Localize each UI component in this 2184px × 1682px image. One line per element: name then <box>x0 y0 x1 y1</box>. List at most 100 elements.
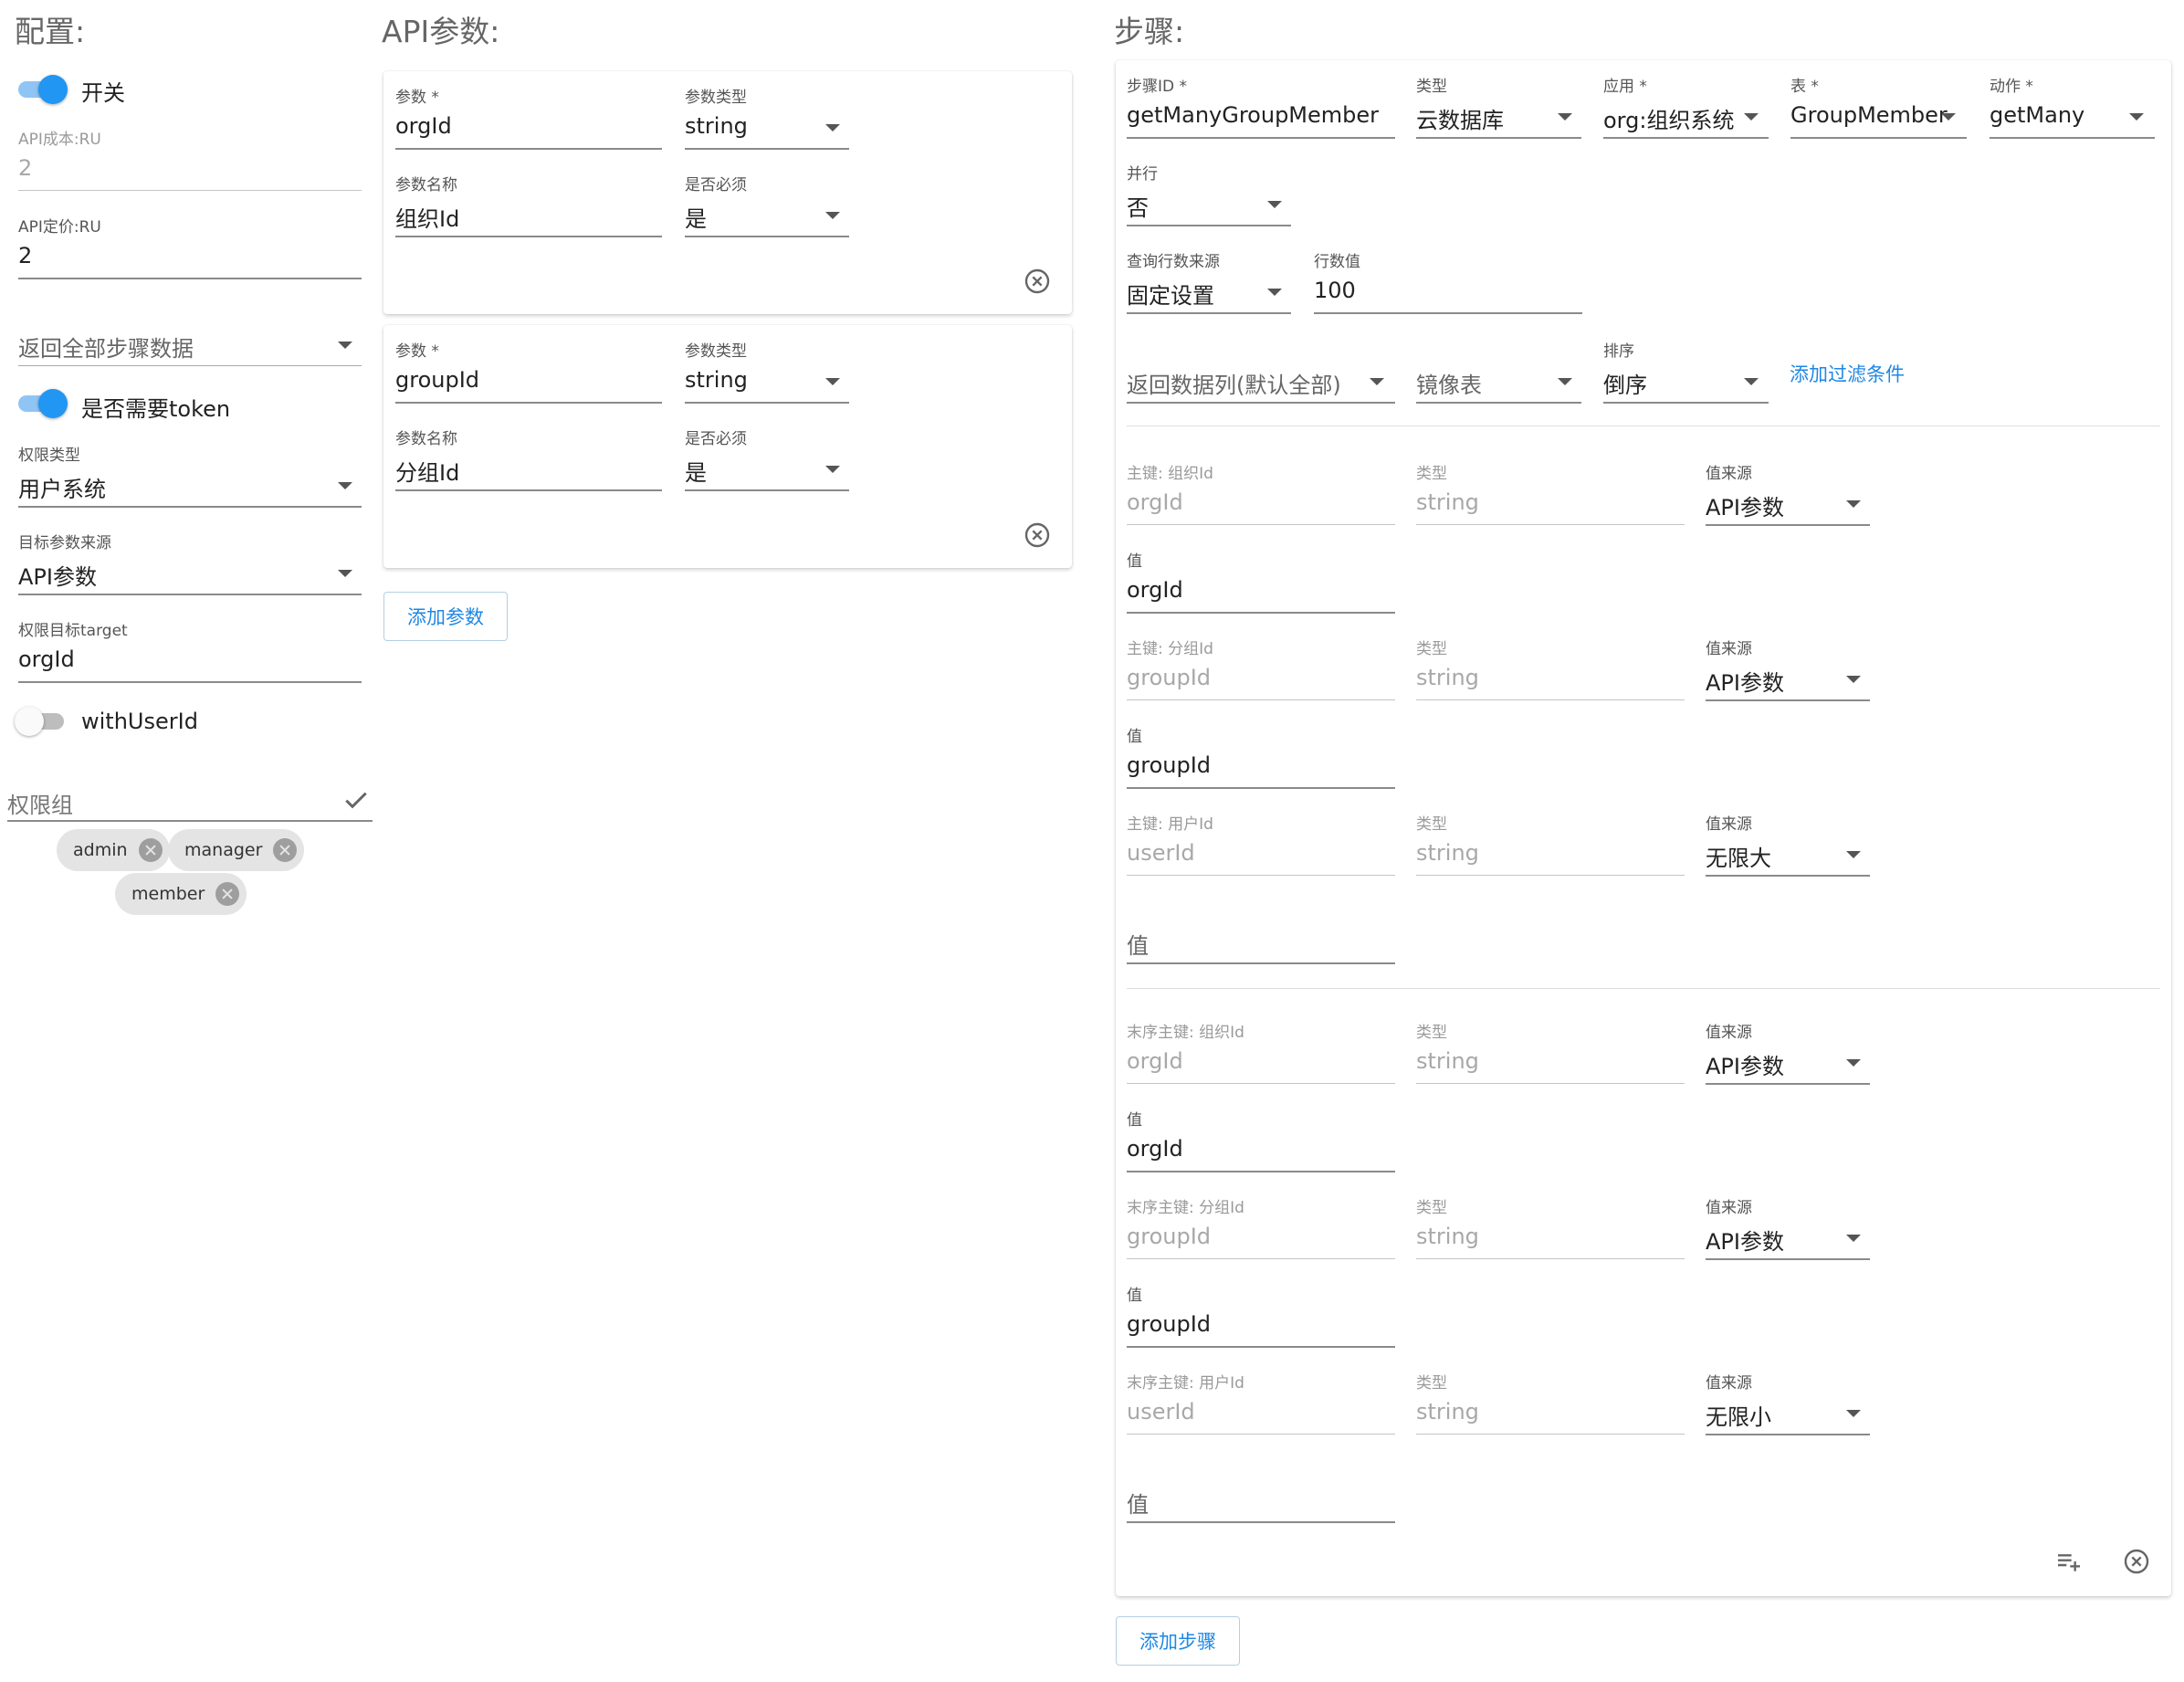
chevron-down-icon <box>825 124 840 131</box>
step-id-label: 步骤ID * <box>1127 78 1188 96</box>
param-type-select[interactable]: string <box>685 113 748 139</box>
api-cost-label: API成本:RU <box>18 131 101 149</box>
row-source-select[interactable]: 固定设置 <box>1127 278 1214 310</box>
playlist-add-icon[interactable] <box>2054 1547 2084 1576</box>
step-app-select[interactable]: org:组织系统 <box>1603 102 1734 134</box>
parallel-select[interactable]: 否 <box>1127 190 1149 222</box>
chip-close-icon[interactable] <box>215 882 240 906</box>
key-type-value: string <box>1416 1048 1479 1074</box>
perm-type-label: 权限类型 <box>18 447 80 465</box>
chip-close-icon[interactable] <box>138 838 163 862</box>
param-name-input[interactable]: 组织Id <box>395 201 459 233</box>
api-price-label: API定价:RU <box>18 218 101 237</box>
value-source-label: 值来源 <box>1706 465 1752 483</box>
value-source-label: 值来源 <box>1706 640 1752 658</box>
step-type-label: 类型 <box>1416 78 1447 96</box>
chevron-down-icon <box>1846 1410 1861 1417</box>
check-icon[interactable] <box>341 785 371 815</box>
key-value-label: 值 <box>1127 728 1142 746</box>
chevron-down-icon <box>1744 113 1759 121</box>
key-type-label: 类型 <box>1416 640 1447 658</box>
key-value-input[interactable]: 值 <box>1127 1487 1149 1519</box>
key-value-input[interactable]: orgId <box>1127 1136 1183 1162</box>
sort-select[interactable]: 倒序 <box>1603 367 1647 399</box>
param-required-label: 是否必须 <box>685 176 747 194</box>
chevron-down-icon <box>1846 1235 1861 1242</box>
param-required-select[interactable]: 是 <box>685 201 707 233</box>
perm-target-input[interactable]: orgId <box>18 647 75 672</box>
value-source-select[interactable]: API参数 <box>1706 1224 1784 1256</box>
chevron-down-icon <box>1267 201 1282 208</box>
perm-target-label: 权限目标target <box>18 622 128 640</box>
return-all-steps-select[interactable]: 返回全部步骤数据 <box>18 331 194 363</box>
param-input[interactable]: groupId <box>395 367 479 393</box>
chevron-down-icon <box>1941 113 1956 121</box>
step-type-select[interactable]: 云数据库 <box>1416 102 1504 134</box>
target-source-select[interactable]: API参数 <box>18 559 97 591</box>
chevron-down-icon <box>1370 378 1384 385</box>
value-source-select[interactable]: 无限小 <box>1706 1399 1771 1431</box>
chevron-down-icon <box>1558 378 1572 385</box>
step-app-label: 应用 * <box>1603 78 1647 96</box>
need-token-label: 是否需要token <box>81 396 231 422</box>
target-source-label: 目标参数来源 <box>18 534 111 552</box>
need-token-switch[interactable] <box>16 387 68 418</box>
key-label: 主键: 组织Id <box>1127 465 1213 483</box>
perm-group-input[interactable]: 权限组 <box>7 787 73 819</box>
key-value: orgId <box>1127 1048 1183 1074</box>
close-circle-icon[interactable] <box>1023 520 1052 550</box>
perm-type-select[interactable]: 用户系统 <box>18 471 106 503</box>
step-table-select[interactable]: GroupMember <box>1790 102 1948 128</box>
perm-group-chip-manager[interactable]: manager <box>168 829 305 871</box>
add-filter-link[interactable]: 添加过滤条件 <box>1790 360 1905 387</box>
mirror-table-select[interactable]: 镜像表 <box>1416 367 1482 399</box>
step-action-label: 动作 * <box>1990 78 2033 96</box>
chevron-down-icon <box>825 466 840 473</box>
key-label: 末序主键: 分组Id <box>1127 1199 1244 1217</box>
row-count-label: 行数值 <box>1314 253 1360 271</box>
row-count-input[interactable]: 100 <box>1314 278 1356 303</box>
value-source-label: 值来源 <box>1706 815 1752 834</box>
step-id-input[interactable]: getManyGroupMember <box>1127 102 1379 128</box>
step-action-select[interactable]: getMany <box>1990 102 2084 128</box>
enable-switch[interactable] <box>16 73 68 104</box>
with-user-id-switch[interactable] <box>15 705 66 736</box>
param-type-label: 参数类型 <box>685 89 747 107</box>
chip-close-icon[interactable] <box>273 838 298 862</box>
close-circle-icon[interactable] <box>2122 1547 2151 1576</box>
value-source-select[interactable]: API参数 <box>1706 489 1784 521</box>
key-type-label: 类型 <box>1416 1374 1447 1393</box>
close-circle-icon[interactable] <box>1023 267 1052 296</box>
key-value-label: 值 <box>1127 1111 1142 1130</box>
param-type-select[interactable]: string <box>685 367 748 393</box>
key-value-input[interactable]: groupId <box>1127 752 1211 778</box>
key-type-value: string <box>1416 1399 1479 1424</box>
key-value-input[interactable]: 值 <box>1127 928 1149 960</box>
key-value-label: 值 <box>1127 1287 1142 1305</box>
value-source-select[interactable]: API参数 <box>1706 665 1784 697</box>
key-type-label: 类型 <box>1416 465 1447 483</box>
api-price-input[interactable]: 2 <box>18 243 32 268</box>
value-source-select[interactable]: 无限大 <box>1706 840 1771 872</box>
perm-group-chip-member[interactable]: member <box>115 873 247 915</box>
param-name-label: 参数名称 <box>395 430 457 448</box>
key-value-input[interactable]: groupId <box>1127 1311 1211 1337</box>
perm-group-chip-admin[interactable]: admin <box>57 829 170 871</box>
value-source-select[interactable]: API参数 <box>1706 1048 1784 1080</box>
key-type-label: 类型 <box>1416 815 1447 834</box>
config-section-title: 配置: <box>15 14 86 49</box>
param-required-select[interactable]: 是 <box>685 455 707 487</box>
key-label: 末序主键: 用户Id <box>1127 1374 1244 1393</box>
key-type-value: string <box>1416 489 1479 515</box>
chevron-down-icon <box>338 570 352 577</box>
chevron-down-icon <box>338 482 352 489</box>
param-input[interactable]: orgId <box>395 113 452 139</box>
key-type-label: 类型 <box>1416 1199 1447 1217</box>
return-columns-select[interactable]: 返回数据列(默认全部) <box>1127 367 1341 399</box>
chevron-down-icon <box>338 342 352 349</box>
key-value-input[interactable]: orgId <box>1127 577 1183 603</box>
add-step-button[interactable]: 添加步骤 <box>1116 1616 1240 1666</box>
with-user-id-label: withUserId <box>81 709 198 734</box>
add-param-button[interactable]: 添加参数 <box>383 592 508 641</box>
param-name-input[interactable]: 分组Id <box>395 455 459 487</box>
